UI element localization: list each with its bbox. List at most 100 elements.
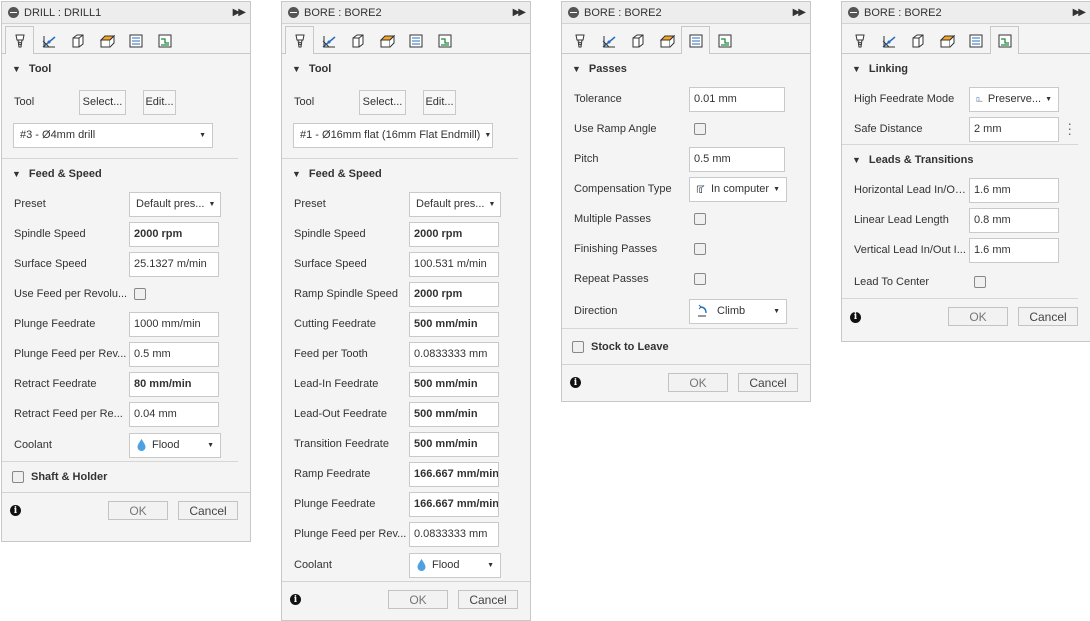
multiple-passes-checkbox[interactable]: [694, 213, 706, 225]
tab-tool[interactable]: [5, 26, 34, 54]
cancel-button[interactable]: Cancel: [1018, 307, 1078, 326]
tab-heights[interactable]: [903, 27, 932, 54]
minimize-icon[interactable]: [848, 7, 859, 18]
retract-feedrate-field[interactable]: 80 mm/min: [129, 371, 219, 397]
tab-passes[interactable]: [932, 27, 961, 54]
horizontal-lead-field[interactable]: 1.6 mm: [969, 177, 1059, 203]
tab-heights[interactable]: [623, 27, 652, 54]
panel-titlebar[interactable]: BORE : BORE2 ▶▶: [282, 2, 530, 24]
tool-section-header[interactable]: ▼ Tool: [2, 54, 238, 84]
retract-feed-per-rev-field[interactable]: 0.04 mm: [129, 401, 219, 427]
leads-header[interactable]: ▼ Leads & Transitions: [842, 145, 1078, 175]
expand-icon[interactable]: ▶▶: [233, 7, 246, 18]
stock-to-leave-section[interactable]: Stock to Leave: [562, 329, 810, 364]
minimize-icon[interactable]: [568, 7, 579, 18]
ok-button[interactable]: OK: [948, 307, 1008, 326]
surface-speed-field[interactable]: 25.1327 m/min: [129, 251, 219, 277]
pitch-field[interactable]: 0.5 mm: [689, 146, 785, 172]
tab-heights[interactable]: [63, 27, 92, 54]
feed-per-tooth-field[interactable]: 0.0833333 mm: [409, 341, 499, 367]
passes-header[interactable]: ▼ Passes: [562, 54, 798, 84]
shaft-holder-checkbox[interactable]: [12, 471, 24, 483]
ok-button[interactable]: OK: [388, 590, 448, 609]
tolerance-field[interactable]: 0.01 mm: [689, 86, 785, 112]
expand-icon[interactable]: ▶▶: [793, 7, 806, 18]
cutting-feedrate-field[interactable]: 500 mm/min: [409, 311, 499, 337]
linear-lead-field[interactable]: 0.8 mm: [969, 207, 1059, 233]
panel-titlebar[interactable]: BORE : BORE2 ▶▶: [562, 2, 810, 24]
tab-tool[interactable]: [285, 26, 314, 54]
high-feedrate-dropdown[interactable]: Preserve... ▼: [969, 86, 1059, 112]
tool-section-header[interactable]: ▼ Tool: [282, 54, 518, 84]
ramp-feedrate-field[interactable]: 166.667 mm/min: [409, 461, 499, 487]
coolant-dropdown[interactable]: Flood ▼: [409, 552, 501, 578]
compensation-dropdown[interactable]: In computer ▼: [689, 176, 787, 202]
plunge-feed-per-rev-field[interactable]: 0.0833333 mm: [409, 521, 499, 547]
coolant-dropdown[interactable]: Flood ▼: [129, 432, 221, 458]
stock-to-leave-checkbox[interactable]: [572, 340, 584, 353]
ok-button[interactable]: OK: [668, 373, 728, 392]
edit-tool-button[interactable]: Edit...: [143, 89, 176, 115]
select-tool-button[interactable]: Select...: [79, 89, 126, 115]
feed-speed-header[interactable]: ▼ Feed & Speed: [2, 159, 238, 189]
tab-tool[interactable]: [565, 27, 594, 54]
minimize-icon[interactable]: [8, 7, 19, 18]
ramp-angle-checkbox[interactable]: [694, 123, 706, 135]
lead-out-feedrate-field[interactable]: 500 mm/min: [409, 401, 499, 427]
spindle-speed-field[interactable]: 2000 rpm: [409, 221, 499, 247]
tab-link-path[interactable]: [990, 26, 1019, 54]
spindle-speed-field[interactable]: 2000 rpm: [129, 221, 219, 247]
tab-passes[interactable]: [92, 27, 121, 54]
tab-linking[interactable]: [681, 26, 710, 54]
tab-passes[interactable]: [652, 27, 681, 54]
edit-tool-button[interactable]: Edit...: [423, 89, 456, 115]
feed-per-rev-checkbox[interactable]: [134, 288, 146, 300]
info-icon[interactable]: i: [850, 311, 861, 323]
select-tool-button[interactable]: Select...: [359, 89, 406, 115]
expand-icon[interactable]: ▶▶: [1073, 7, 1086, 18]
tab-linking[interactable]: [401, 27, 430, 54]
tab-link-path[interactable]: [150, 27, 179, 54]
ok-button[interactable]: OK: [108, 501, 168, 520]
more-options-icon[interactable]: · · ·: [1067, 116, 1072, 140]
tab-geometry[interactable]: [594, 27, 623, 54]
lead-in-feedrate-field[interactable]: 500 mm/min: [409, 371, 499, 397]
info-icon[interactable]: i: [570, 377, 581, 388]
tool-dropdown[interactable]: #3 - Ø4mm drill ▼: [13, 122, 213, 148]
transition-feedrate-field[interactable]: 500 mm/min: [409, 431, 499, 457]
direction-dropdown[interactable]: Climb ▼: [689, 298, 787, 324]
tab-geometry[interactable]: [874, 27, 903, 54]
tab-geometry[interactable]: [34, 27, 63, 54]
tab-link-path[interactable]: [430, 27, 459, 54]
tab-tool[interactable]: [845, 27, 874, 54]
panel-titlebar[interactable]: BORE : BORE2 ▶▶: [842, 2, 1090, 24]
safe-distance-field[interactable]: 2 mm: [969, 116, 1059, 142]
cancel-button[interactable]: Cancel: [178, 501, 238, 520]
plunge-feedrate-field[interactable]: 166.667 mm/min: [409, 491, 499, 517]
vertical-lead-field[interactable]: 1.6 mm: [969, 237, 1059, 263]
expand-icon[interactable]: ▶▶: [513, 7, 526, 18]
tab-passes[interactable]: [372, 27, 401, 54]
info-icon[interactable]: i: [10, 505, 21, 516]
minimize-icon[interactable]: [288, 7, 299, 18]
preset-dropdown[interactable]: Default pres... ▼: [129, 191, 221, 217]
tab-linking[interactable]: [961, 27, 990, 54]
cancel-button[interactable]: Cancel: [458, 590, 518, 609]
finishing-passes-checkbox[interactable]: [694, 243, 706, 255]
tool-dropdown[interactable]: #1 - Ø16mm flat (16mm Flat Endmill) ▼: [293, 122, 493, 148]
tab-linking[interactable]: [121, 27, 150, 54]
tab-heights[interactable]: [343, 27, 372, 54]
plunge-feed-per-rev-field[interactable]: 0.5 mm: [129, 341, 219, 367]
surface-speed-field[interactable]: 100.531 m/min: [409, 251, 499, 277]
repeat-passes-checkbox[interactable]: [694, 273, 706, 285]
cancel-button[interactable]: Cancel: [738, 373, 798, 392]
linking-header[interactable]: ▼ Linking: [842, 54, 1078, 84]
ramp-spindle-speed-field[interactable]: 2000 rpm: [409, 281, 499, 307]
panel-titlebar[interactable]: DRILL : DRILL1 ▶▶: [2, 2, 250, 24]
tab-geometry[interactable]: [314, 27, 343, 54]
preset-dropdown[interactable]: Default pres... ▼: [409, 191, 501, 217]
plunge-feedrate-field[interactable]: 1000 mm/min: [129, 311, 219, 337]
info-icon[interactable]: i: [290, 594, 301, 605]
tab-link-path[interactable]: [710, 27, 739, 54]
lead-to-center-checkbox[interactable]: [974, 275, 986, 288]
